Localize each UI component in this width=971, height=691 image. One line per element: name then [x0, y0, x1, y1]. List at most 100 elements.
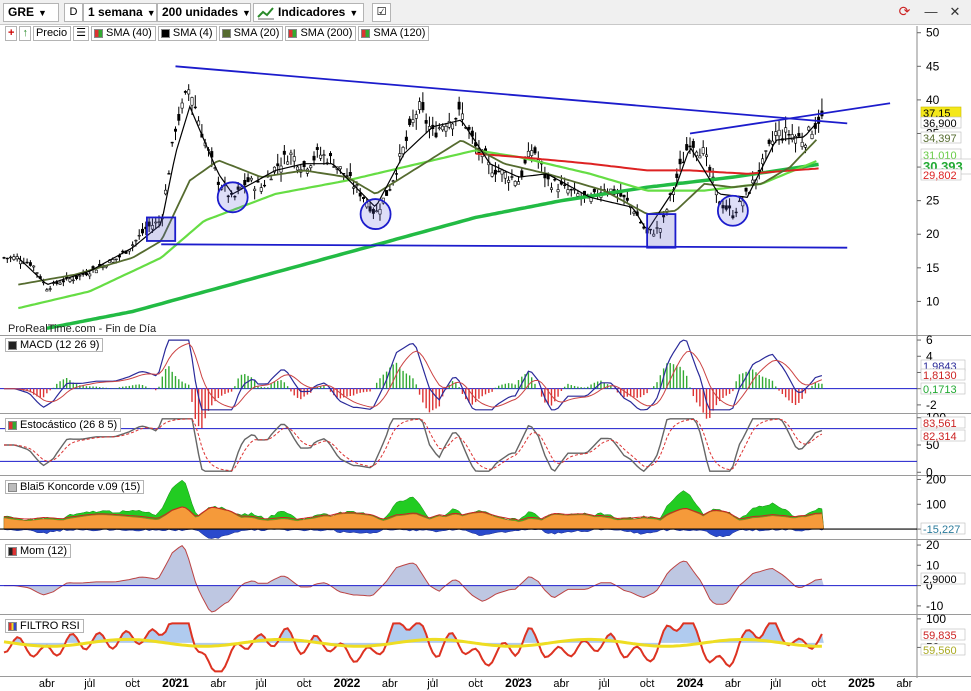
candle-body: [141, 228, 145, 234]
candle-body: [259, 187, 263, 192]
candle-body: [2, 257, 6, 259]
candle-body: [246, 177, 250, 182]
x-tick-label: 2023: [505, 676, 532, 690]
candle-body: [520, 170, 524, 177]
value-label: 1,8130: [923, 370, 957, 382]
x-tick-label: jul: [426, 678, 438, 690]
candle-body: [180, 102, 184, 109]
candle-body: [385, 190, 389, 196]
candle-body: [553, 179, 557, 181]
value-label: 82,314: [923, 431, 957, 443]
candle-body: [678, 158, 682, 165]
x-tick-label: 2021: [162, 676, 189, 690]
rsi-swatch: [8, 621, 17, 631]
candle-body: [437, 127, 441, 129]
price-label: 29,802: [923, 170, 957, 182]
panel-label-macd[interactable]: MACD (12 26 9): [5, 338, 104, 352]
highlight-circle: [359, 198, 392, 230]
candle-body: [556, 189, 560, 193]
y-tick-label: 100: [926, 497, 946, 511]
y-tick-label: 50: [926, 26, 940, 40]
y-tick-label: 20: [926, 538, 940, 552]
candle-body: [177, 114, 181, 121]
candle-body: [569, 189, 573, 191]
candle-body: [94, 269, 98, 274]
stoch-d-line: [4, 418, 823, 472]
candle-body: [45, 289, 49, 292]
candle-body: [698, 155, 702, 159]
value-label: 59,560: [923, 645, 957, 657]
panel-label-koncorde[interactable]: Blai5 Koncorde v.09 (15): [5, 480, 145, 494]
candle-body: [114, 258, 118, 261]
candle-body: [467, 126, 471, 130]
candle-body: [704, 154, 708, 157]
panel-label-mom[interactable]: Mom (12): [5, 544, 72, 558]
candle-body: [361, 196, 365, 199]
candle-body: [9, 256, 13, 259]
x-tick-label: jul: [598, 678, 610, 690]
y-tick-label: 45: [926, 59, 940, 73]
candle-body: [516, 181, 520, 185]
candle-body: [319, 154, 323, 159]
y-tick-label: 10: [926, 294, 940, 308]
candle-body: [424, 120, 428, 124]
candle-body: [500, 169, 504, 175]
panel-label-rsi[interactable]: FILTRO RSI: [5, 619, 84, 633]
candle-body: [48, 288, 52, 290]
candle-body: [434, 132, 438, 138]
value-label: 0,1713: [923, 384, 957, 396]
candle-body: [807, 126, 811, 131]
x-tick-label: oct: [811, 678, 826, 690]
candle-body: [355, 184, 359, 187]
highlight-circle: [216, 181, 249, 214]
x-tick-label: 2025: [848, 676, 875, 690]
candle-body: [454, 118, 458, 120]
candle-body: [800, 141, 804, 147]
candle-body: [744, 187, 748, 192]
candle-body: [526, 150, 530, 157]
x-tick-label: oct: [468, 678, 483, 690]
x-tick-label: abr: [39, 678, 55, 690]
value-label: 83,561: [923, 418, 957, 430]
candle-body: [193, 106, 197, 109]
candle-body: [787, 134, 791, 136]
candle-body: [404, 136, 408, 141]
panel-label-text: MACD (12 26 9): [20, 339, 100, 351]
y-tick-label: -10: [926, 599, 944, 613]
candle-body: [276, 163, 280, 167]
candle-body: [338, 166, 342, 170]
y-tick-label: 200: [926, 472, 946, 486]
candle-body: [249, 177, 253, 181]
mom-area: [4, 545, 824, 612]
candle-body: [510, 176, 514, 178]
candle-body: [61, 280, 65, 283]
candle-body: [767, 139, 771, 144]
candle-body: [25, 261, 29, 264]
candle-body: [289, 152, 293, 155]
candle-body: [388, 189, 392, 191]
candle-body: [315, 147, 319, 150]
y-tick-label: 100: [926, 612, 946, 626]
candle-body: [421, 102, 425, 111]
x-tick-label: abr: [210, 678, 226, 690]
candle-body: [675, 173, 679, 178]
highlight-box: [146, 216, 177, 242]
price-label: 36,900: [923, 118, 957, 130]
value-label: 59,835: [923, 630, 957, 642]
candle-body: [187, 89, 191, 95]
candle-body: [444, 125, 448, 132]
y-tick-label: 6: [926, 333, 933, 347]
candle-body: [183, 91, 187, 93]
chart-canvas[interactable]: 10152025303540455037,1536,90034,39731,01…: [0, 0, 971, 691]
candle-body: [167, 173, 171, 175]
candle-body: [131, 244, 135, 246]
candle-body: [770, 140, 774, 145]
mom-swatch: [8, 546, 17, 556]
panel-label-stoch[interactable]: Estocástico (26 8 5): [5, 418, 122, 432]
panel-label-text: FILTRO RSI: [20, 620, 80, 632]
candle-body: [35, 272, 39, 274]
candle-body: [329, 153, 333, 157]
candle-body: [253, 188, 257, 191]
candle-body: [282, 150, 286, 155]
candle-body: [493, 169, 497, 175]
